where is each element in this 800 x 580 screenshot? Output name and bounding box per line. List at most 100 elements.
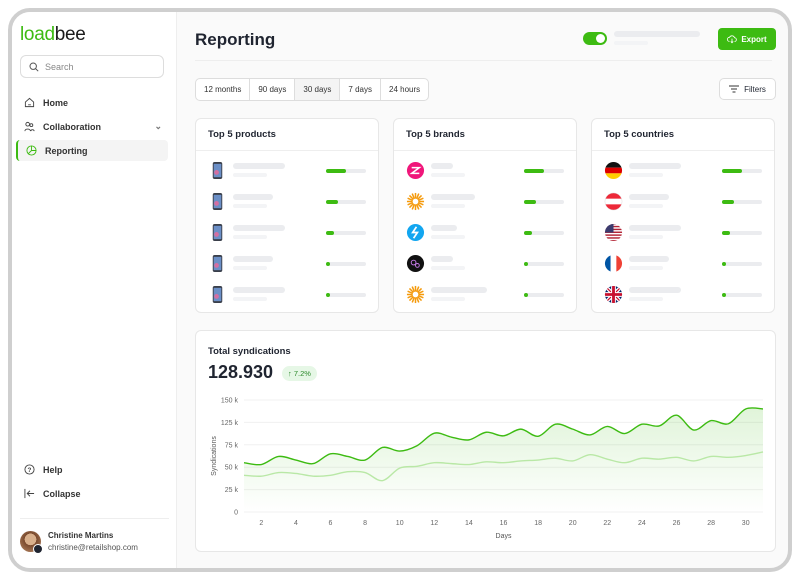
x-tick-label: 18 (534, 520, 542, 527)
placeholder (233, 297, 267, 301)
placeholder (431, 235, 465, 239)
tab-24-hours[interactable]: 24 hours (381, 79, 428, 100)
list-item[interactable] (196, 188, 378, 218)
x-tick-label: 30 (742, 520, 750, 527)
tab-90-days[interactable]: 90 days (250, 79, 296, 100)
list-item[interactable] (394, 157, 576, 187)
share-bar-fill (326, 200, 338, 204)
placeholder (431, 194, 475, 200)
search-input[interactable]: Search (20, 55, 164, 78)
help-icon: ? (24, 464, 35, 475)
share-bar-fill (722, 293, 726, 297)
y-tick-label: 150 k (221, 398, 239, 405)
tab-30-days[interactable]: 30 days (295, 79, 341, 100)
flag-austria-icon (604, 192, 623, 211)
placeholder (233, 256, 273, 262)
collapse-button[interactable]: Collapse (16, 483, 168, 504)
placeholder (431, 225, 457, 231)
share-bar (326, 293, 366, 297)
filters-button[interactable]: Filters (719, 78, 776, 100)
toggle-switch[interactable] (583, 32, 607, 45)
divider (195, 60, 772, 61)
x-tick-label: 4 (294, 520, 298, 527)
list-item[interactable] (394, 281, 576, 311)
list-item[interactable] (196, 157, 378, 187)
share-bar (326, 169, 366, 173)
flag-usa-icon (604, 223, 623, 242)
brand-logo-orange-sun-icon (406, 192, 425, 211)
placeholder (431, 163, 453, 169)
search-icon (29, 61, 39, 72)
flag-germany-icon (604, 161, 623, 180)
sidebar-item-home[interactable]: Home (16, 92, 168, 113)
svg-text:?: ? (28, 467, 32, 474)
share-bar (524, 293, 564, 297)
list-item[interactable] (394, 219, 576, 249)
x-tick-label: 26 (673, 520, 681, 527)
syndications-card: Total syndications 128.930 ↑ 7.2% 0 25 k5… (195, 330, 776, 552)
placeholder (431, 297, 465, 301)
placeholder (614, 41, 648, 45)
share-bar-fill (524, 169, 544, 173)
list-item[interactable] (592, 157, 774, 187)
share-bar-fill (326, 262, 330, 266)
user-profile[interactable]: Christine Martins christine@retailshop.c… (20, 518, 169, 568)
placeholder (233, 204, 267, 208)
tab-12-months[interactable]: 12 months (196, 79, 251, 100)
list-item[interactable] (592, 219, 774, 249)
share-bar (326, 231, 366, 235)
y-tick-label: 50 k (225, 465, 239, 472)
main-content: Reporting Export 12 months 90 days 30 da… (177, 12, 788, 568)
share-bar-fill (722, 231, 730, 235)
list-item[interactable] (592, 250, 774, 280)
placeholder (233, 287, 285, 293)
list-item[interactable] (394, 188, 576, 218)
x-tick-label: 10 (396, 520, 404, 527)
placeholder (629, 297, 663, 301)
sidebar-item-reporting[interactable]: Reporting (16, 140, 168, 161)
phone-product-image-icon (208, 192, 227, 211)
share-bar (722, 200, 762, 204)
list-item[interactable] (394, 250, 576, 280)
placeholder (629, 256, 669, 262)
phone-product-image-icon (208, 223, 227, 242)
card-title: Top 5 countries (592, 119, 774, 151)
x-tick-label: 22 (603, 520, 611, 527)
tab-7-days[interactable]: 7 days (340, 79, 381, 100)
list-item[interactable] (592, 281, 774, 311)
export-button[interactable]: Export (718, 28, 776, 50)
list-item[interactable] (196, 219, 378, 249)
list-item[interactable] (592, 188, 774, 218)
y-axis-label: Syndications (211, 436, 218, 476)
share-bar (524, 200, 564, 204)
placeholder (629, 194, 669, 200)
top-card-brands: Top 5 brands (393, 118, 577, 313)
pie-chart-icon (26, 145, 37, 156)
share-bar (326, 200, 366, 204)
share-bar (722, 293, 762, 297)
x-tick-label: 14 (465, 520, 473, 527)
share-bar-fill (722, 262, 726, 266)
list-item[interactable] (196, 250, 378, 280)
help-button[interactable]: ? Help (16, 459, 168, 480)
sidebar-item-collaboration[interactable]: Collaboration ⌄ (16, 116, 168, 137)
placeholder (629, 266, 663, 270)
share-bar (524, 169, 564, 173)
logo[interactable]: loadbee (20, 24, 86, 46)
share-bar (524, 262, 564, 266)
placeholder (233, 225, 285, 231)
page-title: Reporting (195, 30, 276, 49)
collapse-icon (24, 488, 35, 499)
flag-uk-icon (604, 285, 623, 304)
syndications-chart: 025 k50 k75 k125 k150 k2 4 6 8 10 12 14 16 18 20 2… (211, 398, 764, 540)
home-icon (24, 97, 35, 108)
placeholder (233, 266, 267, 270)
placeholder (629, 163, 681, 169)
share-bar-fill (524, 262, 528, 266)
y-tick-label: 125 k (221, 420, 239, 427)
placeholder (233, 194, 273, 200)
x-tick-label: 20 (569, 520, 577, 527)
list-item[interactable] (196, 281, 378, 311)
x-tick-label: 2 (259, 520, 263, 527)
chevron-down-icon[interactable]: ⌄ (154, 121, 162, 132)
